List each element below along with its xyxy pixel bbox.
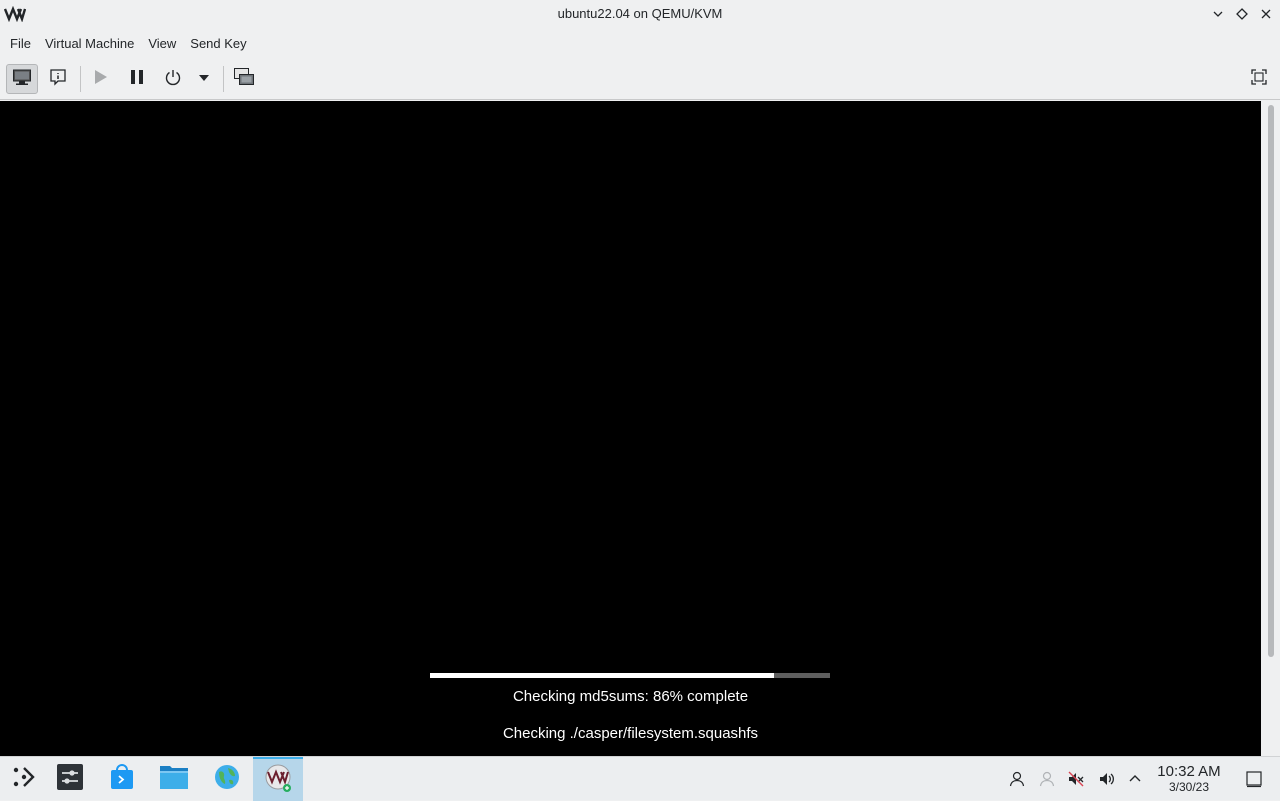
clock-time[interactable]: 10:32 AM bbox=[1148, 763, 1230, 780]
toolbar bbox=[0, 58, 1280, 100]
maximize-icon[interactable] bbox=[1233, 5, 1251, 23]
play-icon bbox=[91, 68, 109, 91]
details-info-icon bbox=[49, 68, 67, 91]
toolbar-separator bbox=[223, 66, 224, 92]
window-title: ubuntu22.04 on QEMU/KVM bbox=[557, 6, 723, 21]
power-icon bbox=[164, 68, 182, 91]
console-monitor-icon bbox=[12, 68, 32, 91]
clock-date[interactable]: 3/30/23 bbox=[1148, 780, 1230, 794]
title-bar: ubuntu22.04 on QEMU/KVM bbox=[0, 0, 1280, 29]
show-desktop-icon[interactable] bbox=[1244, 769, 1264, 789]
taskbar: 10:32 AM 3/30/23 bbox=[0, 756, 1280, 801]
app-launcher-icon bbox=[11, 764, 37, 795]
menu-view[interactable]: View bbox=[141, 29, 183, 58]
console-button[interactable] bbox=[6, 64, 38, 94]
details-button[interactable] bbox=[42, 64, 74, 94]
virt-manager-icon bbox=[263, 763, 293, 798]
fullscreen-icon bbox=[1250, 68, 1268, 91]
app-launcher-button[interactable] bbox=[0, 757, 48, 801]
discover-store-icon bbox=[108, 763, 136, 796]
minimize-icon[interactable] bbox=[1209, 5, 1227, 23]
system-settings-icon bbox=[56, 763, 84, 796]
menu-virtual-machine[interactable]: Virtual Machine bbox=[38, 29, 141, 58]
pause-button[interactable] bbox=[121, 64, 153, 94]
taskbar-virt-manager[interactable] bbox=[253, 757, 303, 801]
volume-icon[interactable] bbox=[1097, 769, 1117, 789]
run-button[interactable] bbox=[84, 64, 116, 94]
vertical-scrollbar[interactable] bbox=[1261, 101, 1280, 756]
md5-progress-bar bbox=[430, 673, 830, 678]
taskbar-file-manager[interactable] bbox=[150, 757, 198, 801]
vm-console-display[interactable]: Checking md5sums: 86% complete Checking … bbox=[0, 101, 1261, 756]
toolbar-separator bbox=[80, 66, 81, 92]
taskbar-discover[interactable] bbox=[98, 757, 146, 801]
taskbar-web-browser[interactable] bbox=[203, 757, 251, 801]
menu-bar: File Virtual Machine View Send Key bbox=[0, 29, 1280, 58]
network-icon[interactable] bbox=[1037, 769, 1057, 789]
pause-icon bbox=[128, 68, 146, 91]
close-icon[interactable] bbox=[1257, 5, 1275, 23]
user-icon[interactable] bbox=[1007, 769, 1027, 789]
web-browser-icon bbox=[213, 763, 241, 796]
shutdown-menu-button[interactable] bbox=[189, 64, 219, 94]
progress-bar-fill bbox=[430, 673, 774, 678]
snapshots-icon bbox=[233, 67, 255, 92]
muted-audio-icon[interactable] bbox=[1066, 769, 1086, 789]
menu-file[interactable]: File bbox=[3, 29, 38, 58]
shutdown-button[interactable] bbox=[157, 64, 189, 94]
scrollbar-thumb[interactable] bbox=[1268, 105, 1274, 657]
fullscreen-button[interactable] bbox=[1243, 64, 1275, 94]
md5-file-text: Checking ./casper/filesystem.squashfs bbox=[502, 725, 759, 742]
menu-send-key[interactable]: Send Key bbox=[183, 29, 253, 58]
snapshots-button[interactable] bbox=[228, 64, 260, 94]
md5-status-text: Checking md5sums: 86% complete bbox=[512, 688, 749, 705]
dropdown-arrow-icon bbox=[198, 70, 210, 88]
taskbar-settings[interactable] bbox=[46, 757, 94, 801]
file-manager-icon bbox=[159, 763, 189, 796]
tray-expand-icon[interactable] bbox=[1125, 769, 1145, 789]
